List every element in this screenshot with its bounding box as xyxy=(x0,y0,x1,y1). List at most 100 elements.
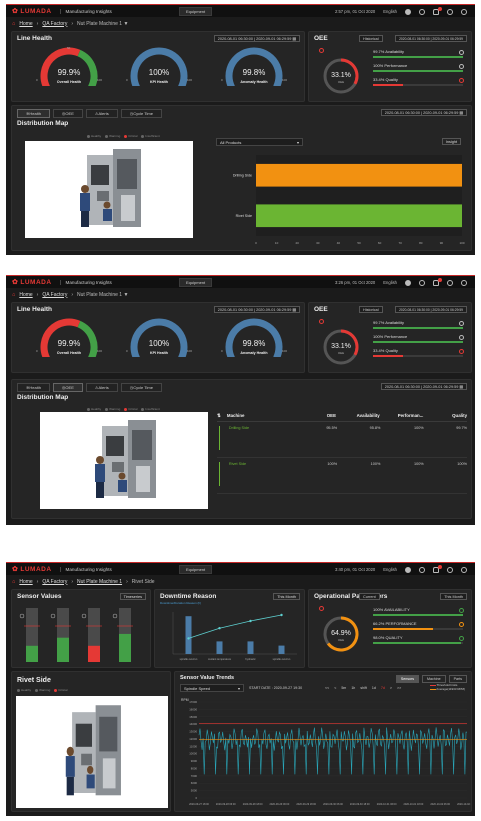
info-icon[interactable] xyxy=(459,50,464,55)
category-label: spindle overrun xyxy=(273,657,291,661)
sensor-filter[interactable]: Timeseries xyxy=(119,593,146,600)
tab-oee[interactable]: ◎ OEE xyxy=(52,383,83,392)
rivet-title: Rivet Side xyxy=(17,677,51,684)
y-tick-label: 8000 xyxy=(191,766,198,770)
language-select[interactable]: English xyxy=(383,280,397,285)
home-icon[interactable]: ⌂ xyxy=(12,579,15,585)
range-button[interactable]: >> xyxy=(397,686,401,690)
bar-label: Rivet Side xyxy=(236,214,252,218)
theme-toggle-icon[interactable] xyxy=(419,8,425,15)
notification-bell-icon[interactable] xyxy=(433,6,442,15)
date-range-picker[interactable]: 2020-08-01 06:30:00 | 2020-09-01 06:29:5… xyxy=(213,306,300,313)
view-button[interactable]: Parts xyxy=(448,675,467,683)
date-range-picker[interactable]: 2020-08-01 06:30:00 | 2020-09-01 06:29:5… xyxy=(380,383,467,390)
date-range-picker[interactable]: 2020-08-01 06:30:00 | 2020-09-01 06:29:5… xyxy=(213,35,300,42)
range-button[interactable]: 5m xyxy=(341,686,346,690)
period-select[interactable]: This Month xyxy=(273,593,300,600)
table-row[interactable]: Rivet Side 100% 100% 100% 100% xyxy=(217,458,467,494)
date-range-picker[interactable]: 2020-08-01 06:30:00 | 2020-09-01 06:29:5… xyxy=(395,35,467,42)
tab-oee[interactable]: ◎ OEE xyxy=(52,109,83,118)
range-button[interactable]: << xyxy=(325,686,329,690)
column-header[interactable]: Availability xyxy=(336,413,380,418)
x-tick-label: 0 xyxy=(255,241,257,245)
tab-equipment[interactable]: Equipment xyxy=(179,565,213,574)
home-icon[interactable]: ⌂ xyxy=(12,292,15,298)
view-button[interactable]: Sensors xyxy=(395,675,420,683)
help-icon[interactable] xyxy=(447,8,453,15)
product-filter[interactable]: All Products ▾ xyxy=(216,138,303,146)
period-select[interactable]: This Month xyxy=(440,593,467,600)
settings-icon[interactable] xyxy=(405,8,411,15)
user-icon[interactable] xyxy=(461,566,467,573)
tab-health[interactable]: ≋ Health xyxy=(17,109,50,118)
screen-health: ✿ LUMADA Manufacturing Insights Equipment… xyxy=(6,4,475,255)
user-icon[interactable] xyxy=(461,279,467,286)
range-button[interactable]: < xyxy=(334,686,336,690)
info-icon[interactable] xyxy=(459,636,464,641)
tab-alerts[interactable]: ⚠ Alerts xyxy=(85,383,118,392)
range-button[interactable]: 7d xyxy=(381,686,385,690)
notification-bell-icon[interactable] xyxy=(433,564,442,573)
language-select[interactable]: English xyxy=(383,567,397,572)
home-icon[interactable]: ⌂ xyxy=(12,21,15,27)
info-icon[interactable] xyxy=(459,349,464,354)
info-icon[interactable] xyxy=(459,622,464,627)
crumb-factory[interactable]: QA Factory xyxy=(42,292,67,298)
notification-bell-icon[interactable] xyxy=(433,277,442,286)
oee-title: OEE xyxy=(314,35,328,42)
info-icon[interactable] xyxy=(459,335,464,340)
oee-metric-fill xyxy=(373,84,404,86)
range-button[interactable]: > xyxy=(390,686,392,690)
help-icon[interactable] xyxy=(447,566,453,573)
info-icon[interactable] xyxy=(459,321,464,326)
crumb-home[interactable]: Home xyxy=(19,579,32,585)
tab-health[interactable]: ≋ Health xyxy=(17,383,50,392)
crumb-machine[interactable]: Nut Plate Machine 1 ▼ xyxy=(77,21,128,27)
info-icon[interactable] xyxy=(459,78,464,83)
column-header[interactable]: Quality xyxy=(423,413,467,418)
info-icon[interactable] xyxy=(459,64,464,69)
range-button[interactable]: shift xyxy=(360,686,367,690)
y-tick-label: 7000 xyxy=(191,774,198,778)
bar xyxy=(256,163,462,187)
crumb-home[interactable]: Home xyxy=(19,292,32,298)
oee-metric-bar xyxy=(373,355,463,357)
crumb-home[interactable]: Home xyxy=(19,21,32,27)
tab-cycle-time[interactable]: ◷ Cycle Time xyxy=(120,383,162,392)
column-header[interactable]: Machine xyxy=(227,413,261,418)
legend-warning: Warning xyxy=(105,134,120,138)
mode-select[interactable]: Current xyxy=(359,593,380,600)
start-date[interactable]: START DATE : 2020-09-27 19:30 xyxy=(249,686,302,690)
sort-icon[interactable]: ⇅ xyxy=(217,413,227,419)
column-header[interactable]: OEE xyxy=(261,413,336,418)
tab-cycle-time[interactable]: ◷ Cycle Time xyxy=(120,109,162,118)
date-range-picker[interactable]: 2020-08-01 06:30:00 | 2020-09-01 06:29:5… xyxy=(380,109,467,116)
tab-alerts[interactable]: ⚠ Alerts xyxy=(85,109,118,118)
oee-metric-label: 100% Performance xyxy=(373,63,408,68)
mode-select[interactable]: Historical xyxy=(359,306,383,313)
theme-toggle-icon[interactable] xyxy=(419,279,425,286)
tab-equipment[interactable]: Equipment xyxy=(179,278,213,287)
crumb-machine[interactable]: Nut Plate Machine 1 ▼ xyxy=(77,292,128,298)
range-button[interactable]: 1h xyxy=(351,686,355,690)
tab-equipment[interactable]: Equipment xyxy=(179,7,213,16)
column-header[interactable]: Performan... xyxy=(380,413,424,418)
table-cell: 100% xyxy=(370,462,381,466)
theme-toggle-icon[interactable] xyxy=(419,566,425,573)
language-select[interactable]: English xyxy=(383,9,397,14)
help-icon[interactable] xyxy=(447,279,453,286)
info-icon[interactable] xyxy=(459,608,464,613)
date-range-picker[interactable]: 2020-08-01 06:30:00 | 2020-09-01 06:29:5… xyxy=(395,306,467,313)
crumb-machine[interactable]: Nut Plate Machine 1 xyxy=(77,579,122,585)
view-button[interactable]: Machine xyxy=(422,675,446,683)
insight-button[interactable]: Insight xyxy=(441,138,461,145)
crumb-factory[interactable]: QA Factory xyxy=(42,579,67,585)
mode-select[interactable]: Historical xyxy=(359,35,383,42)
settings-icon[interactable] xyxy=(405,279,411,286)
table-row[interactable]: Drilling Side 95.5% 95.8% 100% 99.7% xyxy=(217,422,467,458)
crumb-factory[interactable]: QA Factory xyxy=(42,21,67,27)
settings-icon[interactable] xyxy=(405,566,411,573)
sensor-select[interactable]: Spindle Speed ▾ xyxy=(180,684,244,692)
range-button[interactable]: 1d xyxy=(372,686,376,690)
user-icon[interactable] xyxy=(461,8,467,15)
